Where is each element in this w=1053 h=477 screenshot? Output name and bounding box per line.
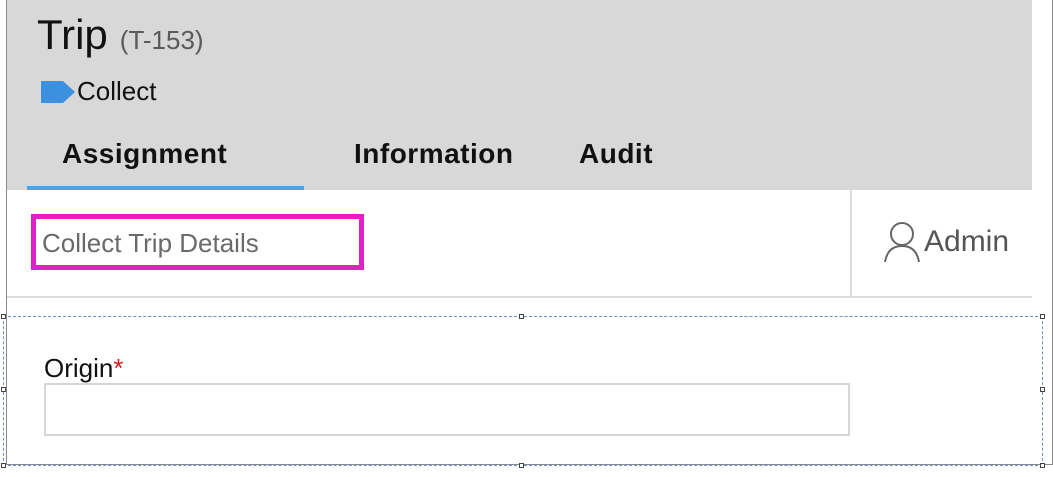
assignee[interactable]: Admin [882,220,1032,264]
tab-audit[interactable]: Audit [564,128,704,190]
origin-input[interactable] [44,383,850,436]
origin-label-text: Origin [44,353,114,383]
page-title: Trip [37,11,108,58]
user-icon [882,220,922,264]
status-indicator: Collect [41,76,156,107]
step-title: Collect Trip Details [31,214,364,270]
tab-label: Information [354,138,514,169]
tag-arrow-icon [41,80,75,103]
resize-handle[interactable] [519,463,524,468]
tab-label: Assignment [62,138,228,169]
divider [850,190,852,298]
required-marker: * [113,353,124,383]
resize-handle[interactable] [1040,314,1045,319]
tab-label: Audit [579,138,654,169]
record-id: (T-153) [119,25,204,55]
tab-assignment[interactable]: Assignment [27,128,304,190]
status-label: Collect [77,76,157,106]
resize-handle[interactable] [1,387,6,392]
tab-bar: Assignment Information Audit [27,128,704,190]
resize-handle[interactable] [519,314,524,319]
resize-handle[interactable] [1,314,6,319]
resize-handle[interactable] [1040,463,1045,468]
step-bar: Collect Trip Details Admin [7,190,1032,298]
resize-handle[interactable] [1,463,6,468]
origin-label: Origin* [44,353,123,384]
resize-handle[interactable] [1040,387,1045,392]
title-row: Trip (T-153) [37,14,204,56]
record-header: Trip (T-153) Collect Assignment Informat… [7,0,1032,190]
assignee-label: Admin [924,225,1010,258]
tab-information[interactable]: Information [304,128,564,190]
form-section: Origin* [1,314,1045,468]
